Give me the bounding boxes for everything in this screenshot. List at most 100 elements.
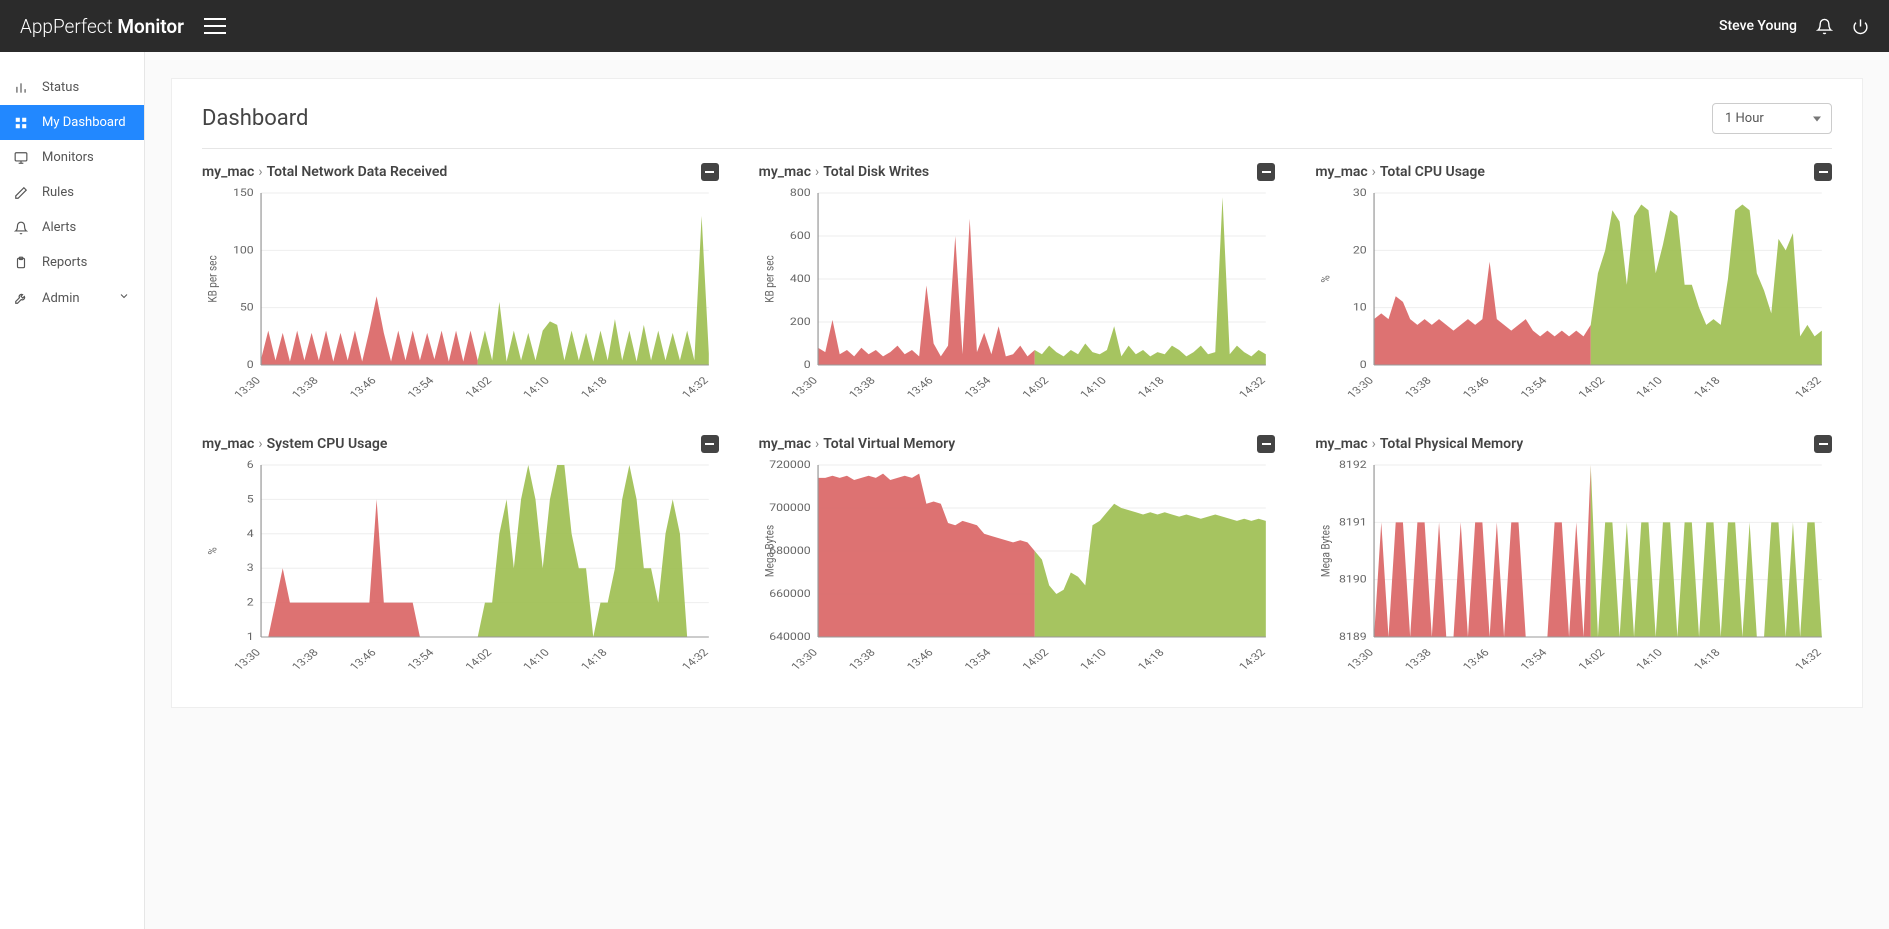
sidebar-item-alerts[interactable]: Alerts	[0, 210, 144, 245]
svg-text:100: 100	[233, 244, 254, 256]
svg-text:13:38: 13:38	[846, 375, 878, 401]
svg-text:3: 3	[247, 562, 254, 574]
chevron-right-icon: ›	[258, 436, 262, 452]
chart-title: my_mac›Total Physical Memory	[1315, 436, 1523, 452]
sidebar-item-label: Admin	[42, 291, 80, 306]
pencil-icon	[14, 186, 28, 200]
collapse-button[interactable]	[1257, 435, 1275, 453]
chart-total-network-data-received: my_mac› Total Network Data Received 0 50 100…	[202, 163, 719, 405]
sidebar: StatusMy Dashboard Monitors Rules Alerts Rep…	[0, 52, 145, 929]
svg-text:%: %	[1319, 275, 1333, 282]
svg-text:14:02: 14:02	[463, 375, 495, 401]
chart-plot[interactable]: 12345613:3013:3813:4613:5414:0214:1014:1…	[202, 457, 719, 677]
svg-text:14:32: 14:32	[1236, 647, 1268, 673]
chart-plot[interactable]: 818981908191819213:3013:3813:4613:5414:0…	[1315, 457, 1832, 677]
svg-text:13:30: 13:30	[232, 375, 264, 401]
svg-text:660000: 660000	[769, 588, 810, 600]
svg-text:14:18: 14:18	[1135, 647, 1167, 673]
sidebar-item-monitors[interactable]: Monitors	[0, 140, 144, 175]
chart-plot[interactable]: 020040060080013:3013:3813:4613:5414:0214…	[759, 185, 1276, 405]
chevron-right-icon: ›	[1372, 164, 1376, 180]
brand-light: AppPerfect	[20, 15, 113, 38]
sidebar-item-reports[interactable]: Reports	[0, 245, 144, 280]
username[interactable]: Steve Young	[1719, 18, 1797, 34]
svg-text:14:18: 14:18	[1692, 647, 1724, 673]
svg-text:14:10: 14:10	[1077, 647, 1109, 673]
svg-text:13:46: 13:46	[347, 647, 379, 673]
chart-host: my_mac	[202, 164, 254, 180]
bar-chart-icon	[14, 81, 28, 95]
time-range-select[interactable]: 1 Hour	[1712, 103, 1832, 134]
svg-text:1: 1	[247, 631, 254, 643]
svg-text:KB per sec: KB per sec	[762, 255, 776, 303]
svg-text:KB per sec: KB per sec	[206, 255, 220, 303]
chevron-right-icon: ›	[258, 164, 262, 180]
sidebar-item-label: Monitors	[42, 150, 94, 165]
chart-head: my_mac›System CPU Usage	[202, 435, 719, 453]
svg-text:0: 0	[247, 359, 254, 371]
svg-text:14:10: 14:10	[1077, 375, 1109, 401]
svg-text:14:32: 14:32	[679, 647, 711, 673]
page-title: Dashboard	[202, 106, 308, 131]
chart-plot[interactable]: 010203013:3013:3813:4613:5414:0214:1014:…	[1315, 185, 1832, 405]
svg-text:14:02: 14:02	[1019, 375, 1051, 401]
app-logo: AppPerfect Monitor	[20, 15, 184, 38]
collapse-button[interactable]	[1257, 163, 1275, 181]
chart-plot[interactable]: 05010015013:3013:3813:4613:5414:0214:101…	[202, 185, 719, 405]
chart-metric: Total Network Data Received	[267, 164, 448, 180]
svg-text:30: 30	[1353, 187, 1367, 199]
chart-head: my_mac›Total CPU Usage	[1315, 163, 1832, 181]
charts-grid: my_mac›Total Network Data Received050100…	[202, 163, 1832, 677]
dashboard-panel: Dashboard 1 Hour my_mac›Total Network Da…	[171, 78, 1863, 708]
chart-host: my_mac	[1315, 436, 1367, 452]
svg-text:14:18: 14:18	[1135, 375, 1167, 401]
svg-text:14:02: 14:02	[1576, 375, 1608, 401]
chart-title: my_mac› Total Network Data Received	[202, 164, 447, 180]
chart-plot[interactable]: 64000066000068000070000072000013:3013:38…	[759, 457, 1276, 677]
svg-text:700000: 700000	[769, 502, 810, 514]
collapse-button[interactable]	[701, 435, 719, 453]
collapse-button[interactable]	[701, 163, 719, 181]
sidebar-item-label: Rules	[42, 185, 74, 200]
sidebar-item-my-dashboard[interactable]: My Dashboard	[0, 105, 144, 140]
svg-text:14:18: 14:18	[578, 375, 610, 401]
chart-host: my_mac	[759, 164, 811, 180]
app-header: AppPerfect Monitor Steve Young	[0, 0, 1889, 52]
sidebar-item-status[interactable]: Status	[0, 70, 144, 105]
svg-text:6: 6	[247, 459, 254, 471]
collapse-button[interactable]	[1814, 163, 1832, 181]
svg-text:10: 10	[1353, 302, 1367, 314]
header-left: AppPerfect Monitor	[20, 15, 226, 38]
collapse-button[interactable]	[1814, 435, 1832, 453]
svg-text:13:54: 13:54	[405, 646, 437, 672]
svg-text:800: 800	[790, 187, 811, 199]
chart-metric: Total Physical Memory	[1380, 436, 1523, 452]
chart-head: my_mac›Total Physical Memory	[1315, 435, 1832, 453]
svg-text:8191: 8191	[1339, 516, 1367, 528]
sidebar-item-admin[interactable]: Admin	[0, 280, 144, 316]
svg-text:5: 5	[247, 493, 254, 505]
header-right: Steve Young	[1719, 17, 1869, 35]
svg-text:8192: 8192	[1339, 459, 1367, 471]
svg-text:%: %	[206, 547, 220, 554]
svg-text:13:54: 13:54	[405, 374, 437, 400]
svg-text:13:54: 13:54	[962, 374, 994, 400]
svg-text:13:38: 13:38	[1403, 647, 1435, 673]
sidebar-item-label: Alerts	[42, 220, 76, 235]
svg-text:13:30: 13:30	[788, 375, 820, 401]
bell-icon[interactable]	[1815, 17, 1833, 35]
svg-text:150: 150	[233, 187, 254, 199]
chart-total-cpu-usage: my_mac›Total CPU Usage010203013:3013:381…	[1315, 163, 1832, 405]
svg-text:13:38: 13:38	[1403, 375, 1435, 401]
svg-text:14:10: 14:10	[1634, 375, 1666, 401]
svg-text:720000: 720000	[769, 459, 810, 471]
power-icon[interactable]	[1851, 17, 1869, 35]
menu-toggle-icon[interactable]	[204, 18, 226, 34]
svg-text:13:46: 13:46	[904, 647, 936, 673]
svg-text:50: 50	[240, 302, 254, 314]
svg-text:14:18: 14:18	[578, 647, 610, 673]
sidebar-item-rules[interactable]: Rules	[0, 175, 144, 210]
chart-total-disk-writes: my_mac›Total Disk Writes020040060080013:…	[759, 163, 1276, 405]
svg-text:13:30: 13:30	[1345, 375, 1377, 401]
svg-text:14:32: 14:32	[1793, 647, 1825, 673]
